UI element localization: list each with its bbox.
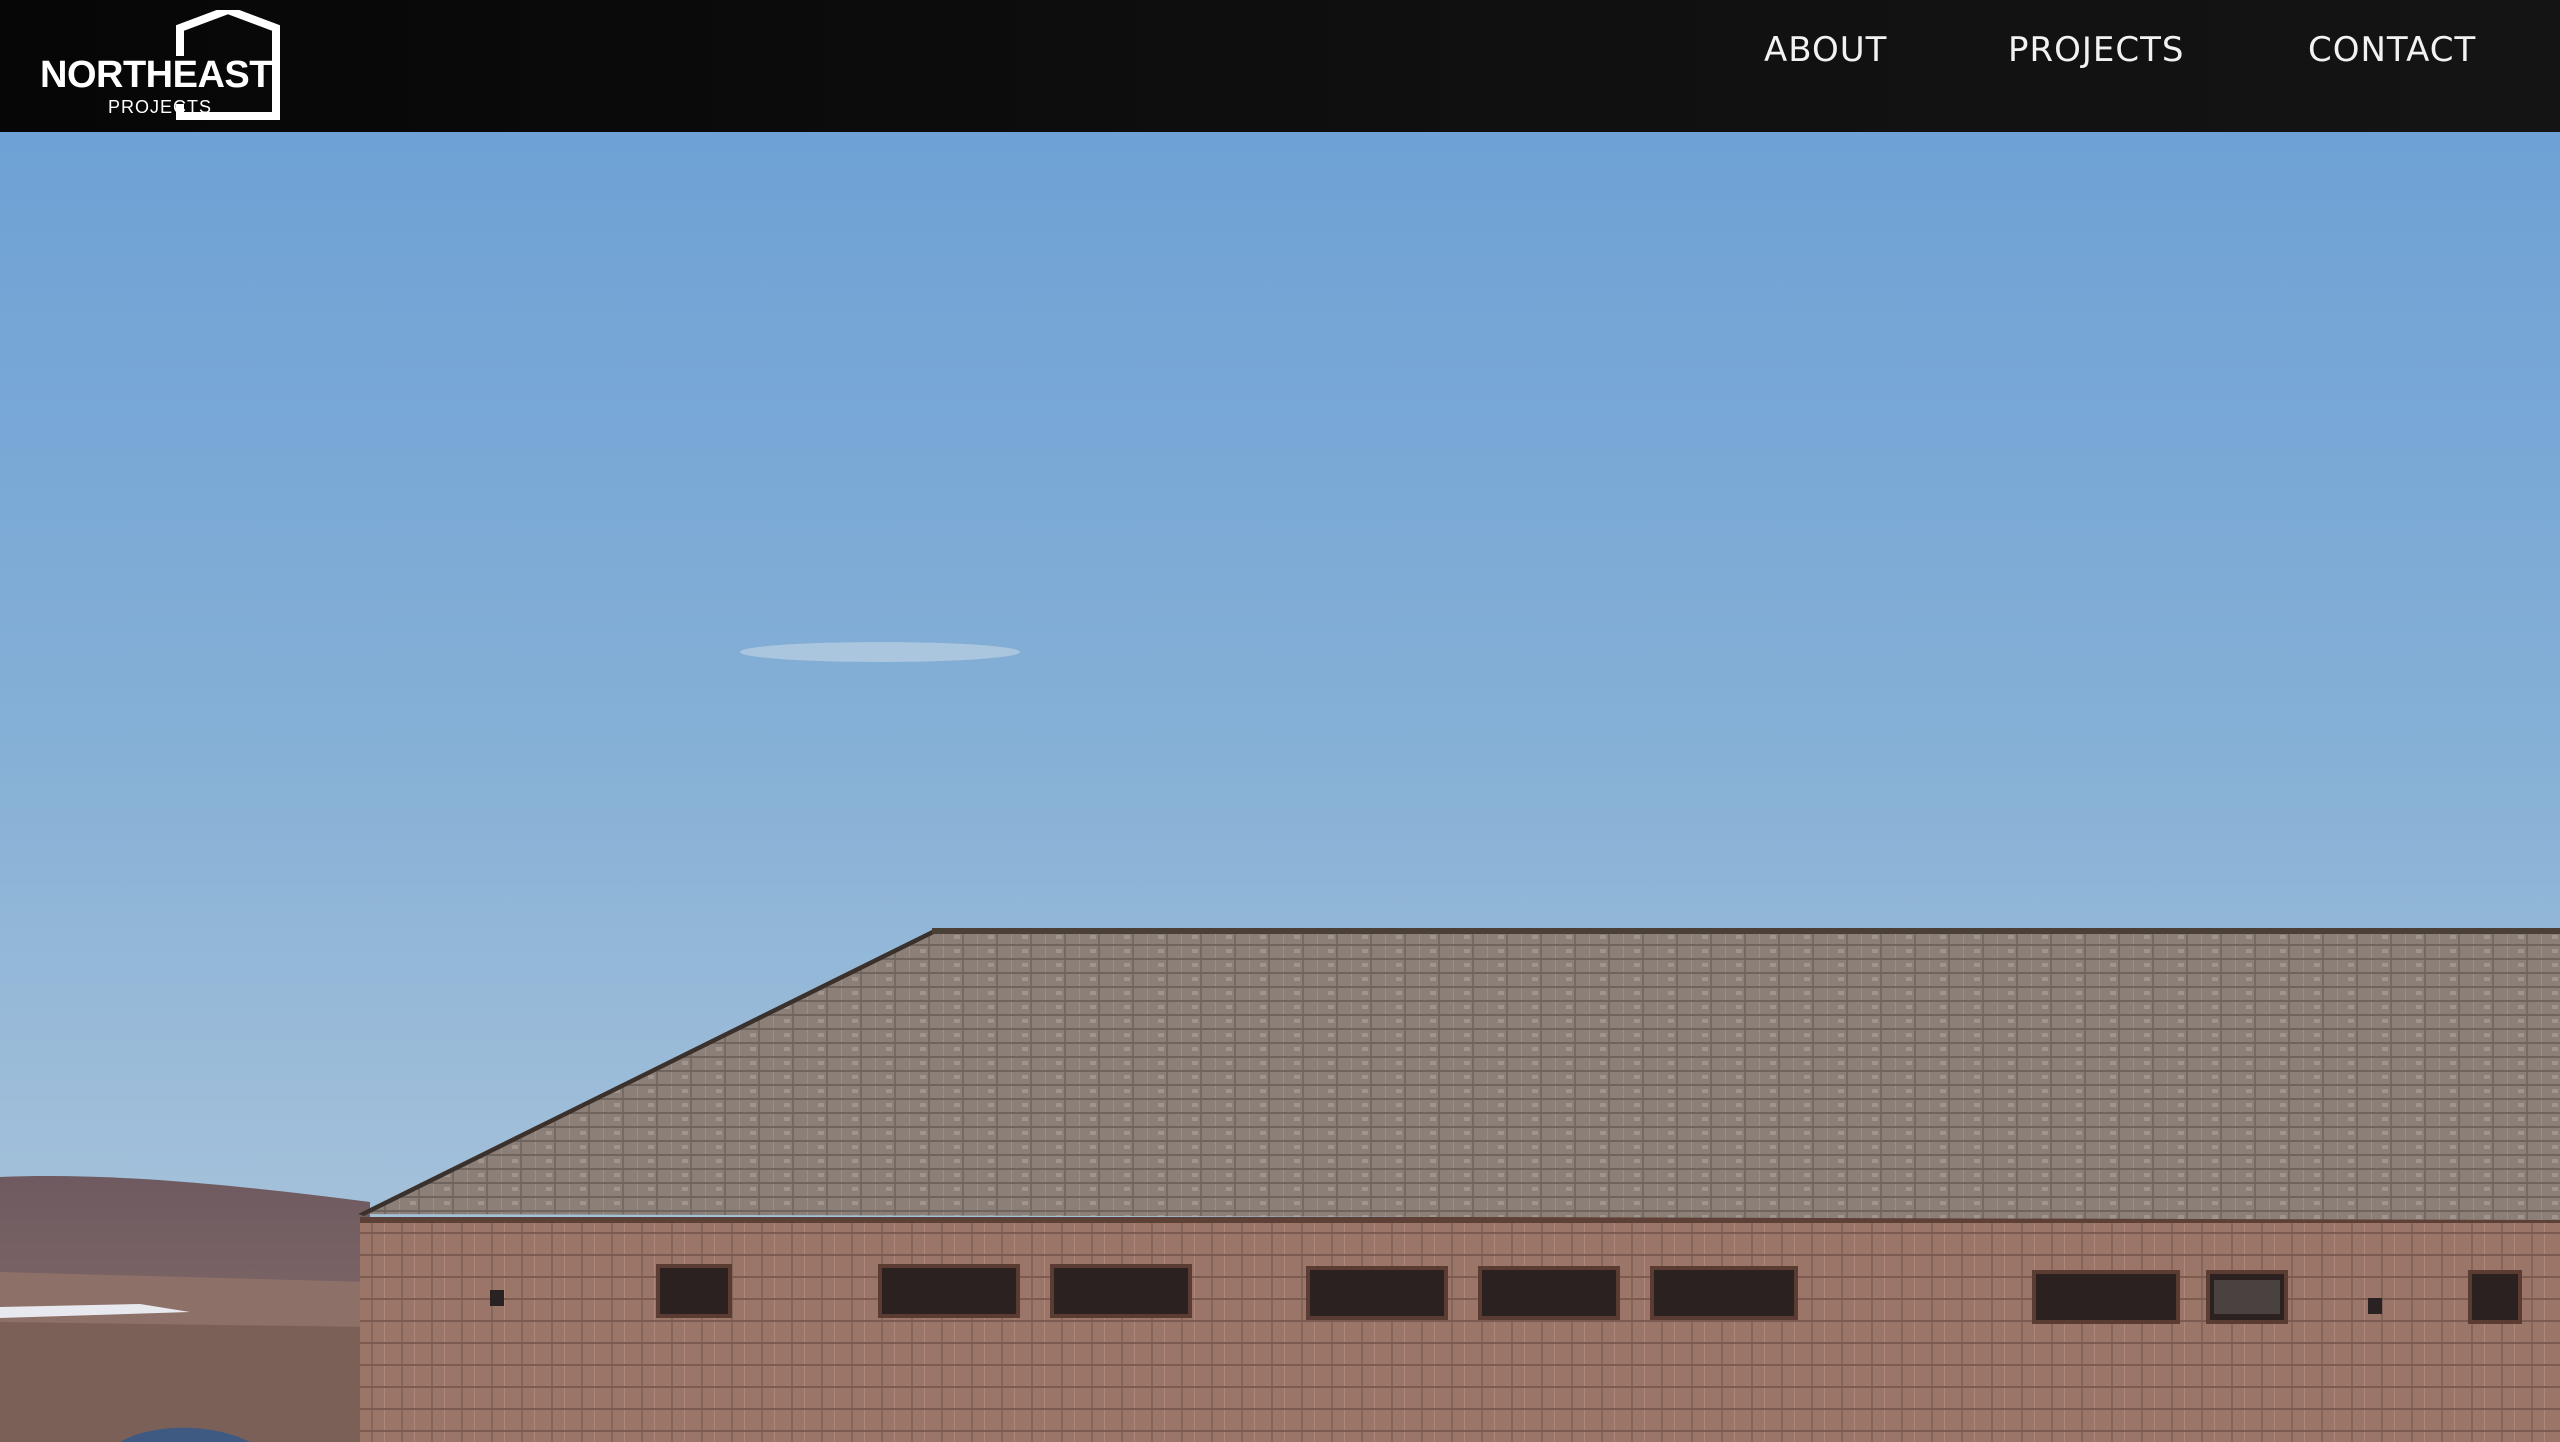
site-logo[interactable]: NORTHEAST PROJECTS — [40, 10, 290, 120]
nav-link-contact[interactable]: CONTACT — [2308, 28, 2476, 72]
nav-link-about[interactable]: ABOUT — [1764, 28, 1887, 72]
top-navigation-bar: NORTHEAST PROJECTS ABOUT PROJECTS CONTAC… — [0, 0, 2560, 132]
hero-image — [0, 132, 2560, 1442]
nav-link-projects[interactable]: PROJECTS — [2008, 28, 2185, 72]
hero-photo — [0, 132, 2560, 1442]
logo-wordmark: NORTHEAST — [40, 54, 272, 96]
logo-subtitle: PROJECTS — [108, 97, 213, 117]
